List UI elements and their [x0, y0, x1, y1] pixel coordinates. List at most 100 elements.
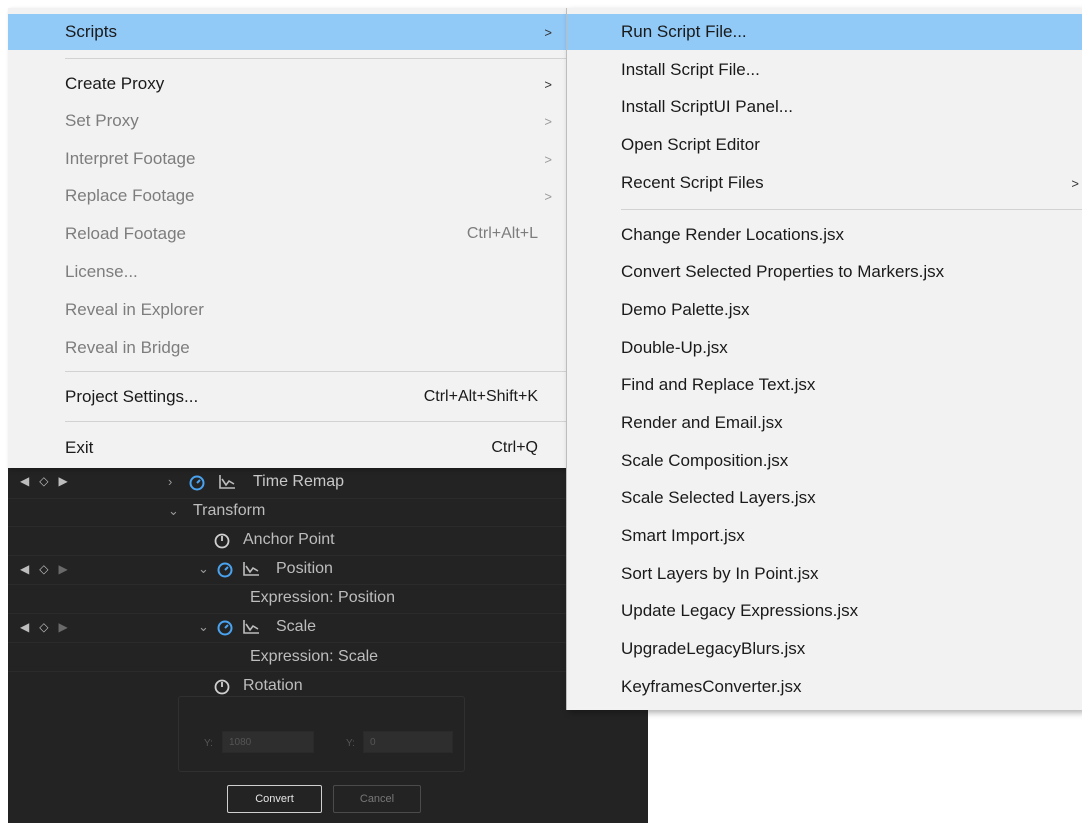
menu-item-exit[interactable]: Exit Ctrl+Q	[8, 430, 566, 466]
stopwatch-icon[interactable]	[213, 677, 231, 695]
submenu-item-script[interactable]: Sort Layers by In Point.jsx	[567, 556, 1082, 592]
submenu-item-script[interactable]: KeyframesConverter.jsx	[567, 669, 1082, 705]
menu-item-label: Change Render Locations.jsx	[621, 225, 845, 244]
next-keyframe-icon[interactable]: ▶	[58, 620, 67, 634]
menu-item-label: Scale Composition.jsx	[621, 451, 789, 470]
menu-item-label: KeyframesConverter.jsx	[621, 677, 802, 696]
property-scale: Scale	[276, 618, 317, 635]
timeline-row-anchor-point[interactable]: Anchor Point	[8, 527, 648, 556]
submenu-item-script[interactable]: Smart Import.jsx	[567, 518, 1082, 554]
timeline-row-expression-position[interactable]: Expression: Position	[8, 585, 648, 614]
chevron-right-icon: >	[544, 24, 552, 40]
y-label-2: Y:	[346, 738, 355, 749]
y-label-1: Y:	[204, 738, 213, 749]
menu-separator	[621, 209, 1082, 210]
prev-keyframe-icon[interactable]: ◀	[20, 562, 29, 576]
submenu-item-script[interactable]: UpgradeLegacyBlurs.jsx	[567, 631, 1082, 667]
chevron-right-icon: >	[544, 76, 552, 92]
stopwatch-icon[interactable]	[216, 560, 234, 578]
menu-item-replace-footage[interactable]: Replace Footage >	[8, 178, 566, 214]
submenu-item-script[interactable]: Update Legacy Expressions.jsx	[567, 593, 1082, 629]
add-keyframe-icon[interactable]: ◇	[39, 474, 48, 488]
menu-item-label: Smart Import.jsx	[621, 526, 745, 545]
submenu-item-script[interactable]: Convert Selected Properties to Markers.j…	[567, 254, 1082, 290]
property-position: Position	[276, 560, 333, 577]
graph-icon[interactable]	[218, 474, 236, 490]
prev-keyframe-icon[interactable]: ◀	[20, 620, 29, 634]
stopwatch-icon[interactable]	[213, 531, 231, 549]
timeline-row-time-remap[interactable]: ◀ ◇ ▶ › Time Remap	[8, 468, 648, 499]
menu-item-shortcut: Ctrl+Alt+L	[466, 225, 538, 242]
expression-scale-label: Expression: Scale	[250, 648, 379, 665]
y-field-1[interactable]: 1080	[222, 731, 314, 753]
submenu-item-script[interactable]: Scale Composition.jsx	[567, 443, 1082, 479]
stopwatch-icon[interactable]	[216, 618, 234, 636]
property-rotation: Rotation	[243, 677, 303, 694]
menu-item-label: Sort Layers by In Point.jsx	[621, 564, 819, 583]
menu-separator	[65, 58, 566, 59]
y-field-2[interactable]: 0	[363, 731, 453, 753]
menu-item-label: Interpret Footage	[65, 149, 196, 168]
property-anchor-point: Anchor Point	[243, 531, 335, 548]
menu-item-create-proxy[interactable]: Create Proxy >	[8, 66, 566, 102]
menu-item-reveal-in-explorer[interactable]: Reveal in Explorer	[8, 292, 566, 328]
submenu-item-run-script-file[interactable]: Run Script File...	[567, 14, 1082, 50]
menu-item-label: Exit	[65, 438, 94, 457]
menu-item-set-proxy[interactable]: Set Proxy >	[8, 103, 566, 139]
menu-item-scripts[interactable]: Scripts >	[8, 14, 566, 50]
chevron-down-icon[interactable]: ⌄	[198, 561, 209, 577]
prev-keyframe-icon[interactable]: ◀	[20, 474, 29, 488]
menu-item-shortcut: Ctrl+Q	[491, 439, 538, 456]
chevron-right-icon: >	[544, 151, 552, 167]
menu-item-label: Demo Palette.jsx	[621, 300, 750, 319]
chevron-right-icon: >	[1071, 175, 1079, 191]
menu-item-label: Find and Replace Text.jsx	[621, 375, 816, 394]
keyframe-nav[interactable]: ◀ ◇ ▶	[20, 562, 68, 576]
submenu-item-script[interactable]: Change Render Locations.jsx	[567, 217, 1082, 253]
keyframe-nav[interactable]: ◀ ◇ ▶	[20, 474, 68, 488]
add-keyframe-icon[interactable]: ◇	[39, 620, 48, 634]
submenu-item-recent-script-files[interactable]: Recent Script Files >	[567, 165, 1082, 201]
chevron-down-icon[interactable]: ⌄	[168, 503, 179, 519]
chevron-right-icon: >	[544, 113, 552, 129]
menu-item-reload-footage[interactable]: Reload Footage Ctrl+Alt+L	[8, 216, 566, 252]
stopwatch-icon[interactable]	[188, 473, 206, 491]
convert-button[interactable]: Convert	[227, 785, 322, 813]
scripts-submenu: Run Script File... Install Script File..…	[566, 8, 1082, 710]
submenu-item-script[interactable]: Demo Palette.jsx	[567, 292, 1082, 328]
menu-item-license[interactable]: License...	[8, 254, 566, 290]
timeline-row-transform[interactable]: ⌄ Transform	[8, 498, 648, 527]
cancel-button[interactable]: Cancel	[333, 785, 421, 813]
group-transform: Transform	[193, 502, 266, 519]
keyframe-nav[interactable]: ◀ ◇ ▶	[20, 620, 68, 634]
submenu-item-script[interactable]: Find and Replace Text.jsx	[567, 367, 1082, 403]
timeline-row-position[interactable]: ◀ ◇ ▶ ⌄ Position	[8, 556, 648, 585]
menu-item-label: Convert Selected Properties to Markers.j…	[621, 262, 945, 281]
next-keyframe-icon[interactable]: ▶	[58, 474, 67, 488]
menu-item-label: Reload Footage	[65, 224, 186, 243]
chevron-right-icon[interactable]: ›	[168, 474, 172, 489]
submenu-item-install-script-file[interactable]: Install Script File...	[567, 52, 1082, 88]
menu-item-shortcut: Ctrl+Alt+Shift+K	[423, 388, 538, 405]
chevron-down-icon[interactable]: ⌄	[198, 619, 209, 635]
menu-item-label: Update Legacy Expressions.jsx	[621, 601, 859, 620]
graph-icon[interactable]	[242, 619, 260, 635]
add-keyframe-icon[interactable]: ◇	[39, 562, 48, 576]
menu-item-interpret-footage[interactable]: Interpret Footage >	[8, 141, 566, 177]
submenu-item-script[interactable]: Double-Up.jsx	[567, 330, 1082, 366]
submenu-item-install-scriptui-panel[interactable]: Install ScriptUI Panel...	[567, 89, 1082, 125]
submenu-item-script[interactable]: Scale Selected Layers.jsx	[567, 480, 1082, 516]
graph-icon[interactable]	[242, 561, 260, 577]
menu-item-label: Set Proxy	[65, 111, 139, 130]
property-time-remap: Time Remap	[253, 473, 344, 490]
timeline-row-scale[interactable]: ◀ ◇ ▶ ⌄ Scale	[8, 614, 648, 643]
menu-item-label: Open Script Editor	[621, 135, 760, 154]
menu-item-label: Project Settings...	[65, 387, 199, 406]
next-keyframe-icon[interactable]: ▶	[58, 562, 67, 576]
menu-item-project-settings[interactable]: Project Settings... Ctrl+Alt+Shift+K	[8, 379, 566, 415]
chevron-right-icon: >	[544, 188, 552, 204]
timeline-row-expression-scale[interactable]: Expression: Scale	[8, 643, 648, 672]
submenu-item-script[interactable]: Render and Email.jsx	[567, 405, 1082, 441]
menu-item-reveal-in-bridge[interactable]: Reveal in Bridge	[8, 330, 566, 366]
submenu-item-open-script-editor[interactable]: Open Script Editor	[567, 127, 1082, 163]
